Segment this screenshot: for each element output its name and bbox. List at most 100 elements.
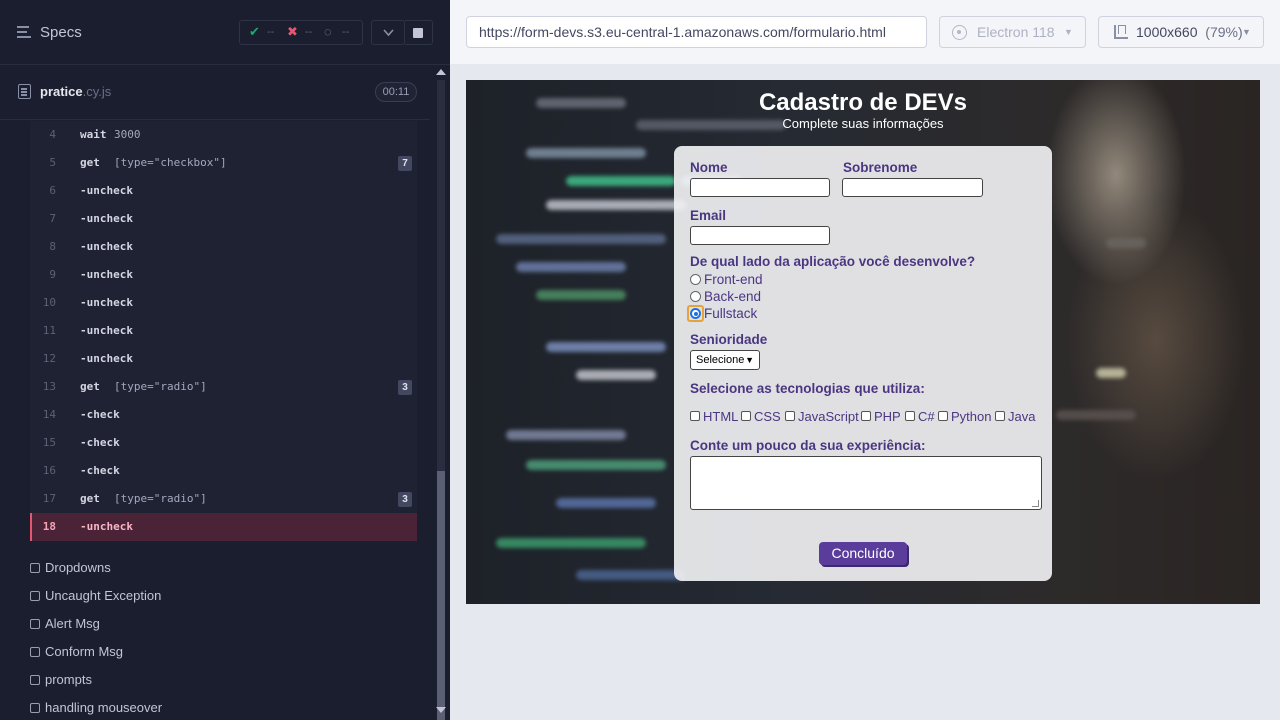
test-item-prompts[interactable]: prompts xyxy=(30,666,420,694)
command-row[interactable]: 14 -check xyxy=(30,401,417,429)
command-name: -uncheck xyxy=(80,240,133,253)
command-row[interactable]: 8 -uncheck xyxy=(30,233,417,261)
test-item-conform-msg[interactable]: Conform Msg xyxy=(30,638,420,666)
command-log-panel: Specs ✔ -- ✖ -- ◌ -- pratice.cy.js 00:11… xyxy=(0,0,450,720)
test-label: Alert Msg xyxy=(45,616,100,631)
stop-icon xyxy=(413,28,423,38)
command-number: 4 xyxy=(49,128,56,141)
command-row[interactable]: 4 wait 3000 xyxy=(30,121,417,149)
command-name: -uncheck xyxy=(80,212,133,225)
browser-label: Electron 118 xyxy=(977,24,1055,40)
test-status-icon xyxy=(30,647,40,657)
command-name: -uncheck xyxy=(80,520,133,533)
viewport-zoom: (79%) xyxy=(1205,24,1243,40)
radio-label: Back-end xyxy=(704,289,762,304)
passed-count: -- xyxy=(267,26,275,38)
cross-icon: ✖ xyxy=(287,24,298,39)
page-subtitle: Complete suas informações xyxy=(782,116,944,131)
radio-button-checked[interactable] xyxy=(690,308,701,319)
command-number: 9 xyxy=(49,268,56,281)
checkbox-csharp[interactable] xyxy=(905,411,915,421)
menu-icon[interactable] xyxy=(17,26,31,38)
spec-file-name[interactable]: pratice.cy.js xyxy=(40,84,111,99)
scroll-up-icon[interactable] xyxy=(436,69,446,75)
options-dropdown-button[interactable] xyxy=(371,20,405,45)
checkbox-php[interactable] xyxy=(861,411,871,421)
command-message: 3000 xyxy=(114,128,141,141)
test-item-alert-msg[interactable]: Alert Msg xyxy=(30,610,420,638)
command-row[interactable]: 9 -uncheck xyxy=(30,261,417,289)
scroll-down-icon[interactable] xyxy=(436,707,446,713)
checkbox-label: Python xyxy=(951,409,992,424)
command-row[interactable]: 12 -uncheck xyxy=(30,345,417,373)
radio-button[interactable] xyxy=(690,291,701,302)
test-status-icon xyxy=(30,563,40,573)
test-status-icon xyxy=(30,675,40,685)
specs-title[interactable]: Specs xyxy=(40,24,82,41)
test-item-handling-mouseover[interactable]: handling mouseover xyxy=(30,694,420,720)
command-name: -uncheck xyxy=(80,352,133,365)
command-number: 12 xyxy=(42,352,56,365)
email-label: Email xyxy=(690,208,727,223)
file-icon xyxy=(18,84,31,99)
command-name: -uncheck xyxy=(80,296,133,309)
test-status-icon xyxy=(30,591,40,601)
checkbox-label: HTML xyxy=(703,409,739,424)
stop-button[interactable] xyxy=(405,20,433,45)
checkbox-python[interactable] xyxy=(938,411,948,421)
test-label: Dropdowns xyxy=(45,560,111,575)
seniority-select[interactable]: Selecione ▼ xyxy=(690,350,760,370)
command-row[interactable]: 6 -uncheck xyxy=(30,177,417,205)
reporter-scrollbar[interactable] xyxy=(433,66,447,720)
command-number: 14 xyxy=(42,408,56,421)
command-name: -check xyxy=(80,464,120,477)
command-row[interactable]: 17 get [type="radio"] 3 xyxy=(30,485,417,513)
test-item-dropdowns[interactable]: Dropdowns xyxy=(30,554,420,582)
command-number: 17 xyxy=(42,492,56,505)
checkbox-javascript[interactable] xyxy=(785,411,795,421)
registration-form: Nome Sobrenome Email De qual lado da apl… xyxy=(674,146,1052,581)
command-row-active[interactable]: 18 -uncheck xyxy=(30,513,417,541)
command-row[interactable]: 15 -check xyxy=(30,429,417,457)
test-label: handling mouseover xyxy=(45,700,163,715)
command-name: -uncheck xyxy=(80,324,133,337)
command-row[interactable]: 13 get [type="radio"] 3 xyxy=(30,373,417,401)
page-title: Cadastro de DEVs xyxy=(758,89,968,116)
command-row[interactable]: 10 -uncheck xyxy=(30,289,417,317)
browser-icon xyxy=(952,25,967,40)
scroll-thumb[interactable] xyxy=(437,471,445,720)
last-name-input[interactable] xyxy=(842,178,983,197)
command-number: 6 xyxy=(49,184,56,197)
command-number: 16 xyxy=(42,464,56,477)
test-status-icon xyxy=(30,703,40,713)
app-under-test: Cadastro de DEVs Complete suas informaçõ… xyxy=(466,80,1260,604)
test-item-uncaught-exception[interactable]: Uncaught Exception xyxy=(30,582,420,610)
command-row[interactable]: 7 -uncheck xyxy=(30,205,417,233)
command-row[interactable]: 11 -uncheck xyxy=(30,317,417,345)
submit-button[interactable]: Concluído xyxy=(819,542,907,565)
command-row[interactable]: 16 -check xyxy=(30,457,417,485)
viewport-selector[interactable]: 1000x660 (79%) ▼ xyxy=(1098,16,1264,48)
aut-header: https://form-devs.s3.eu-central-1.amazon… xyxy=(450,0,1280,64)
pending-count: -- xyxy=(342,26,350,38)
email-input[interactable] xyxy=(690,226,830,245)
checkbox-java[interactable] xyxy=(995,411,1005,421)
element-count-badge: 7 xyxy=(398,156,412,171)
command-number: 11 xyxy=(42,324,56,337)
url-field[interactable]: https://form-devs.s3.eu-central-1.amazon… xyxy=(466,16,927,48)
command-row[interactable]: 5 get [type="checkbox"] 7 xyxy=(30,149,417,177)
command-name: get xyxy=(80,156,100,169)
seniority-value: Selecione xyxy=(696,354,745,366)
command-name: -check xyxy=(80,408,120,421)
radio-label: Front-end xyxy=(704,272,763,287)
command-number: 15 xyxy=(42,436,56,449)
experience-textarea[interactable] xyxy=(690,456,1042,510)
command-name: get xyxy=(80,492,100,505)
checkbox-html[interactable] xyxy=(690,411,700,421)
radio-button[interactable] xyxy=(690,274,701,285)
checkbox-css[interactable] xyxy=(741,411,751,421)
browser-selector[interactable]: Electron 118 ▼ xyxy=(939,16,1086,48)
first-name-input[interactable] xyxy=(690,178,830,197)
test-stats: ✔ -- ✖ -- ◌ -- xyxy=(239,20,363,45)
command-list: 4 wait 3000 5 get [type="checkbox"] 7 6 -unche… xyxy=(30,121,417,541)
